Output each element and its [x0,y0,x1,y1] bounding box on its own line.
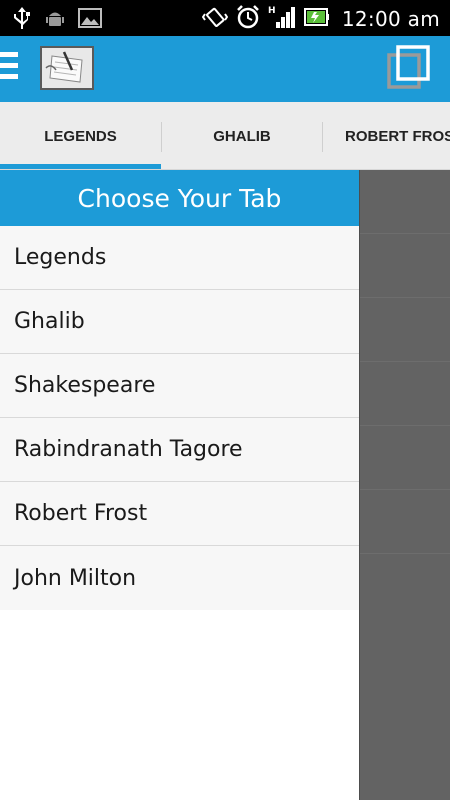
android-debug-icon [44,7,66,33]
drawer-item-john-milton[interactable]: John Milton [0,546,359,610]
battery-icon [303,6,330,32]
selected-tab-indicator [0,164,161,169]
status-bar: H 12:00 am [0,0,450,36]
signal-icon: H [268,4,296,34]
action-bar [0,36,450,102]
hamburger-menu-icon[interactable] [0,52,20,86]
drawer-item-ghalib[interactable]: Ghalib [0,290,359,354]
image-icon [78,7,102,33]
tab-legends[interactable]: LEGENDS [0,102,161,169]
drawer-list: Legends Ghalib Shakespeare Rabindranath … [0,226,359,610]
drawer-item-rabindranath-tagore[interactable]: Rabindranath Tagore [0,418,359,482]
tab-ghalib[interactable]: GHALIB [162,102,322,169]
notification-icons [12,6,102,34]
drawer-title: Choose Your Tab [0,170,359,226]
drawer-item-robert-frost[interactable]: Robert Frost [0,482,359,546]
app-logo-icon[interactable] [40,46,94,90]
alarm-icon [236,4,260,34]
drawer-scrim[interactable] [360,170,450,800]
tab-strip: LEGENDS GHALIB ROBERT FROST [0,102,450,170]
navigation-drawer: Choose Your Tab Legends Ghalib Shakespea… [0,170,360,800]
drawer-item-shakespeare[interactable]: Shakespeare [0,354,359,418]
status-clock: 12:00 am [341,7,440,31]
usb-icon [12,6,32,34]
tab-robert-frost[interactable]: ROBERT FROST [323,102,450,169]
tabs-overview-icon[interactable] [386,45,432,91]
svg-text:H: H [268,6,276,16]
drawer-item-legends[interactable]: Legends [0,226,359,290]
vibrate-icon [201,4,229,34]
system-icons: H 12:00 am [201,4,440,34]
